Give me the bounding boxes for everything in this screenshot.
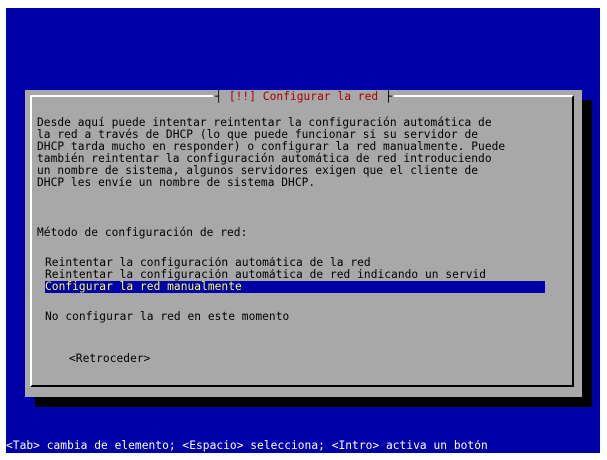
installer-screen: ┤ [!!] Configurar la red ├ Desde aquí pu… — [6, 8, 600, 453]
option-do-not-configure[interactable]: No configurar la red en este momento — [45, 311, 545, 323]
title-right-bracket: ├ — [384, 90, 392, 103]
options-spacer — [45, 293, 545, 311]
keyboard-help-status-bar: <Tab> cambia de elemento; <Espacio> sele… — [6, 440, 488, 452]
dialog-title-text: [!!] Configurar la red — [228, 90, 379, 103]
option-retry-auto-config[interactable]: Reintentar la configuración automática d… — [45, 257, 545, 269]
method-options-list: Reintentar la configuración automática d… — [45, 257, 545, 323]
go-back-button[interactable]: <Retroceder> — [69, 353, 150, 365]
option-configure-manually[interactable]: Configurar la red manualmente — [45, 281, 545, 293]
dialog-description: Desde aquí puede intentar reintentar la … — [37, 116, 506, 189]
title-left-bracket: ┤ — [215, 90, 223, 103]
configure-network-dialog: ┤ [!!] Configurar la red ├ Desde aquí pu… — [25, 90, 582, 397]
method-prompt: Método de configuración de red: — [37, 226, 248, 239]
dialog-title: ┤ [!!] Configurar la red ├ — [213, 90, 394, 104]
dialog-title-bar: ┤ [!!] Configurar la red ├ — [25, 90, 582, 104]
option-retry-auto-config-hostname[interactable]: Reintentar la configuración automática d… — [45, 269, 545, 281]
